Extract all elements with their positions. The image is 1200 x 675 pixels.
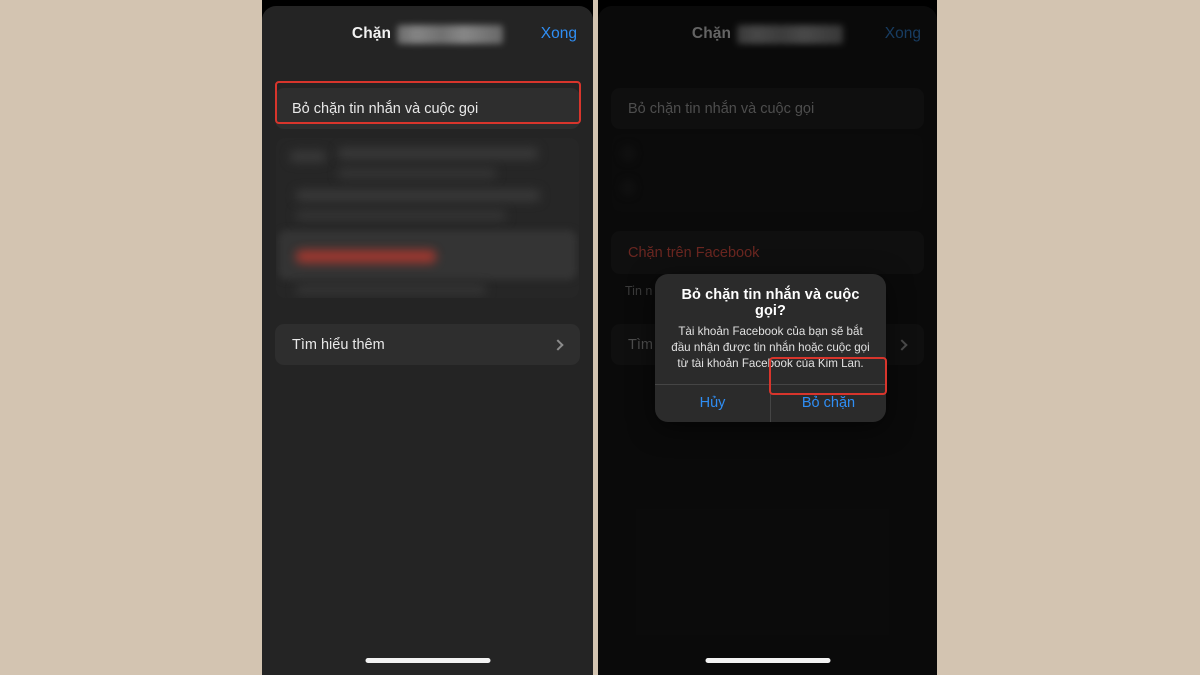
block-subtitle-label: Tin n: [625, 284, 653, 298]
navbar-left: Chặn Xong: [262, 6, 593, 62]
learn-more-row-left[interactable]: Tìm hiểu thêm: [275, 324, 580, 365]
cancel-button[interactable]: Hủy: [655, 385, 770, 422]
panel-divider: [593, 0, 598, 675]
unblock-messages-calls-row-right[interactable]: Bỏ chặn tin nhắn và cuộc gọi: [611, 88, 924, 129]
screenshot-stage: Chặn Xong Bỏ chặn tin nhắn và cuộc gọi T…: [0, 0, 1200, 675]
unblock-messages-calls-row[interactable]: Bỏ chặn tin nhắn và cuộc gọi: [275, 88, 580, 129]
confirm-unblock-button[interactable]: Bỏ chặn: [771, 385, 886, 422]
dialog-message: Tài khoản Facebook của bạn sẽ bắt đầu nh…: [671, 325, 870, 370]
dialog-title: Bỏ chặn tin nhắn và cuộc gọi?: [681, 287, 860, 319]
home-indicator-right: [705, 658, 830, 663]
unblock-confirm-dialog: Bỏ chặn tin nhắn và cuộc gọi? Tài khoản …: [655, 274, 886, 422]
block-on-facebook-row[interactable]: Chặn trên Facebook: [611, 231, 924, 274]
navbar-title-prefix: Chặn: [351, 25, 392, 42]
navbar-right: Chặn Xong: [598, 6, 937, 62]
block-on-facebook-label: Chặn trên Facebook: [628, 244, 760, 261]
done-button-left[interactable]: Xong: [541, 25, 577, 43]
modal-sheet-right: Chặn Xong Bỏ chặn tin nhắn và cuộc gọi C…: [598, 6, 937, 675]
chevron-right-icon: [896, 338, 908, 351]
phone-screen-left: Chặn Xong Bỏ chặn tin nhắn và cuộc gọi T…: [262, 0, 593, 675]
modal-sheet-left: Chặn Xong Bỏ chặn tin nhắn và cuộc gọi T…: [262, 6, 593, 675]
learn-more-label: Tìm hiểu thêm: [292, 336, 385, 353]
chevron-right-icon: [552, 338, 564, 351]
unblock-messages-calls-label: Bỏ chặn tin nhắn và cuộc gọi: [292, 100, 479, 117]
navbar-title-prefix: Chặn: [691, 25, 732, 42]
redacted-contact-name: [397, 24, 504, 44]
phone-screen-right: Chặn Xong Bỏ chặn tin nhắn và cuộc gọi C…: [598, 0, 937, 675]
unblock-messages-calls-label: Bỏ chặn tin nhắn và cuộc gọi: [628, 100, 815, 117]
dialog-body: Bỏ chặn tin nhắn và cuộc gọi? Tài khoản …: [655, 274, 886, 384]
redacted-contact-name: [737, 24, 844, 44]
done-button-right[interactable]: Xong: [885, 25, 921, 43]
navbar-title-left: Chặn: [351, 24, 504, 44]
dialog-actions: Hủy Bỏ chặn: [655, 384, 886, 422]
blurred-content-region-left: [276, 138, 579, 298]
blurred-content-region-right: [612, 134, 923, 212]
navbar-title-right: Chặn: [691, 24, 844, 44]
learn-more-label: Tìm: [628, 336, 653, 353]
home-indicator-left: [365, 658, 490, 663]
